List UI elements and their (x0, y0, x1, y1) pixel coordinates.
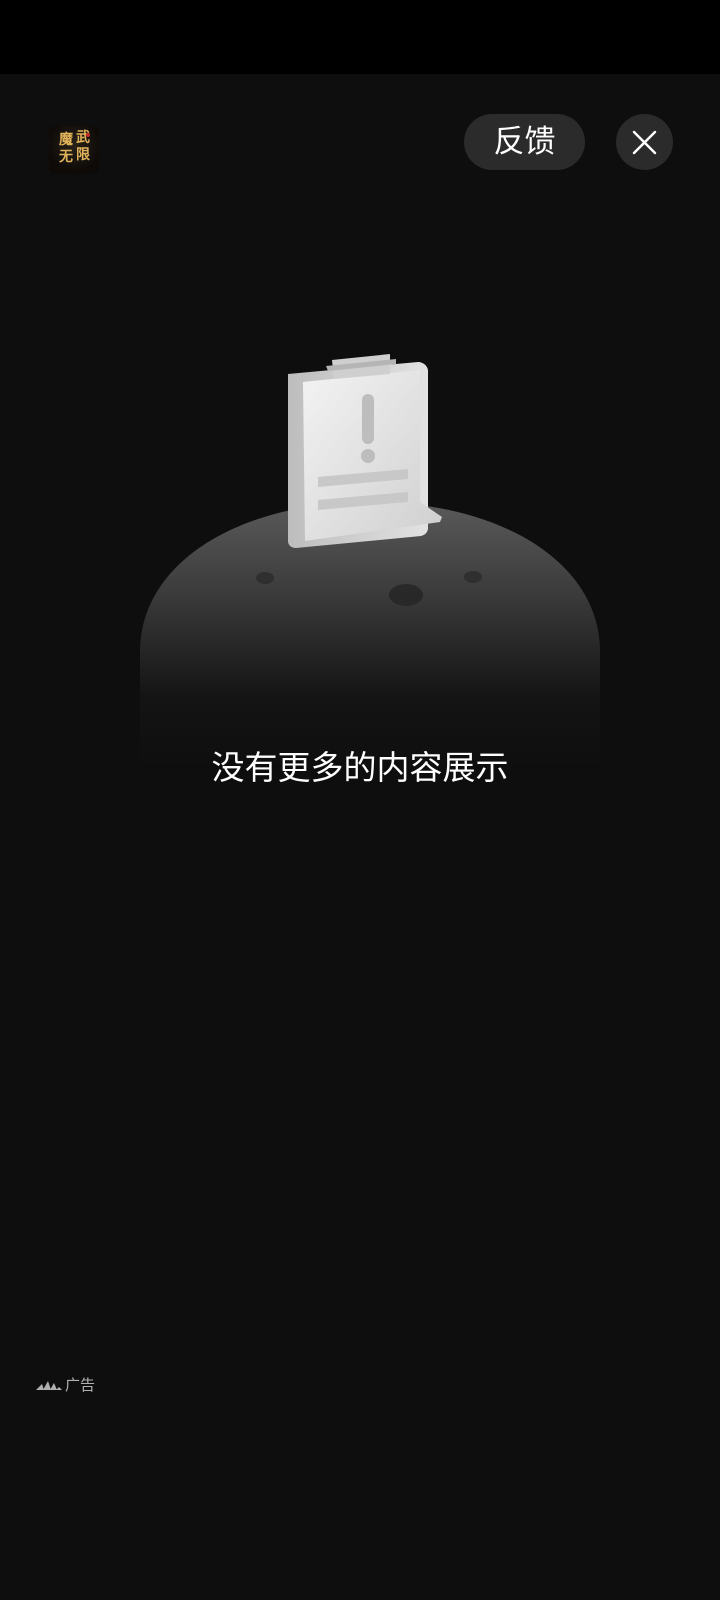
feedback-button[interactable]: 反馈 (464, 114, 585, 170)
status-bar (0, 0, 720, 74)
empty-document-warning-illustration (140, 354, 600, 772)
close-icon (632, 130, 657, 155)
app-logo-icon: 魔 武 无 限 (49, 126, 99, 174)
close-button[interactable] (616, 114, 673, 170)
empty-state-message: 没有更多的内容展示 (211, 748, 509, 787)
ad-text: 广告 (65, 1376, 96, 1394)
ad-network-logo-icon (36, 1381, 62, 1390)
ad-label: 广告 (36, 1375, 95, 1395)
